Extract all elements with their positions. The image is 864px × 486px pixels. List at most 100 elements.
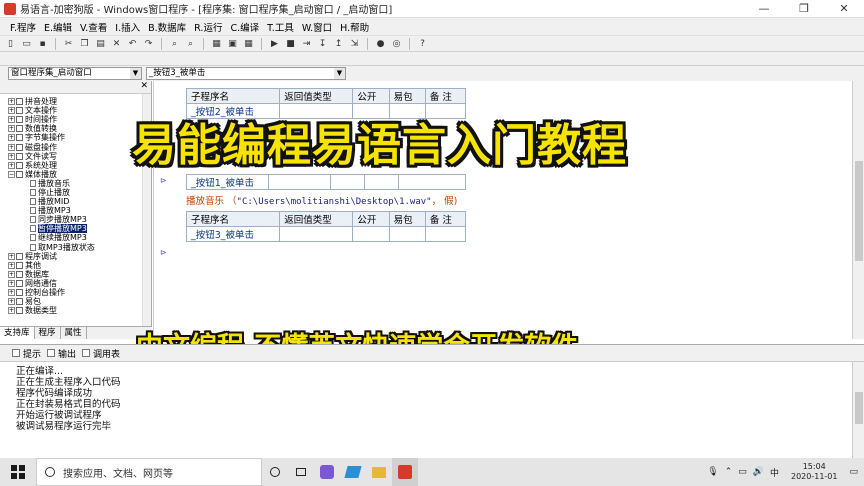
tab-properties[interactable]: 属性 — [61, 327, 87, 339]
tree-item[interactable]: + 文本操作 — [0, 106, 151, 115]
watch-icon[interactable]: ◎ — [390, 38, 403, 50]
assembly-select[interactable]: 窗口程序集_启动窗口 ▼ — [8, 67, 142, 80]
chevron-down-icon[interactable]: ▼ — [334, 68, 345, 79]
cut-icon[interactable]: ✂ — [62, 38, 75, 50]
chevron-up-icon[interactable]: ⌃ — [725, 467, 733, 477]
tree-item[interactable]: + 时间操作 — [0, 115, 151, 124]
expand-icon[interactable]: + — [8, 152, 15, 160]
step-over-icon[interactable]: ↧ — [316, 38, 329, 50]
save-icon[interactable]: ▪ — [36, 38, 49, 50]
cell[interactable] — [279, 226, 354, 242]
menu-help[interactable]: H.帮助 — [336, 20, 373, 34]
restore-button[interactable]: ❐ — [784, 0, 824, 18]
paste-icon[interactable]: ▤ — [94, 38, 107, 50]
tree-item[interactable]: 同步播放MP3 — [0, 215, 151, 224]
expand-icon[interactable]: + — [8, 161, 15, 169]
output-scrollbar[interactable] — [852, 362, 864, 458]
menu-window[interactable]: W.窗口 — [298, 20, 336, 34]
grid-icon[interactable]: ▦ — [242, 38, 255, 50]
tree-item[interactable]: 播放MP3 — [0, 206, 151, 215]
menu-program[interactable]: F.程序 — [6, 20, 40, 34]
network-icon[interactable]: ▭ — [738, 467, 747, 477]
collapse-icon[interactable]: − — [8, 170, 15, 178]
undo-icon[interactable]: ↶ — [126, 38, 139, 50]
expand-icon[interactable]: + — [8, 279, 15, 287]
step-into-icon[interactable]: ⇥ — [300, 38, 313, 50]
store-app-icon[interactable] — [340, 458, 366, 486]
close-icon[interactable]: ✕ — [140, 81, 148, 91]
tab-hints[interactable]: 提示 — [12, 347, 41, 360]
code-line[interactable]: 播放音乐 （"C:\Users\molitianshi\Desktop\1.wa… — [186, 193, 457, 207]
menu-run[interactable]: R.运行 — [190, 20, 226, 34]
expand-icon[interactable]: + — [8, 307, 15, 315]
minimize-button[interactable]: — — [744, 0, 784, 18]
step-out-icon[interactable]: ↥ — [332, 38, 345, 50]
tree-item[interactable]: + 系统处理 — [0, 161, 151, 170]
tree-item[interactable]: 播放MID — [0, 197, 151, 206]
file-explorer-icon[interactable] — [366, 458, 392, 486]
stop-icon[interactable]: ■ — [284, 38, 297, 50]
expand-icon[interactable]: + — [8, 134, 15, 142]
expand-icon[interactable]: + — [8, 252, 15, 260]
menu-compile[interactable]: C.编译 — [226, 20, 263, 34]
task-view-icon[interactable] — [288, 458, 314, 486]
replace-icon[interactable]: ⌕ — [184, 38, 197, 50]
taskbar-search[interactable]: 搜索应用、文档、网页等 — [36, 458, 262, 486]
tab-program[interactable]: 程序 — [35, 327, 61, 339]
clock[interactable]: 15:04 2020-11-01 — [791, 462, 838, 482]
expand-icon[interactable]: + — [8, 107, 15, 115]
tree-item[interactable]: + 拼音处理 — [0, 97, 151, 106]
expand-icon[interactable]: + — [8, 143, 15, 151]
run-icon[interactable]: ▶ — [268, 38, 281, 50]
tree-item[interactable]: 继续播放MP3 — [0, 233, 151, 242]
menu-database[interactable]: B.数据库 — [144, 20, 190, 34]
tree-item[interactable]: + 数据类型 — [0, 306, 151, 315]
tree-item[interactable]: + 字节集操作 — [0, 133, 151, 142]
expand-icon[interactable]: + — [8, 98, 15, 106]
tree-item[interactable]: + 文件读写 — [0, 152, 151, 161]
scrollbar-thumb[interactable] — [855, 161, 863, 261]
tree-item[interactable]: 播放音乐 — [0, 179, 151, 188]
chevron-down-icon[interactable]: ▼ — [130, 68, 141, 79]
scrollbar-thumb[interactable] — [855, 392, 863, 424]
run-to-cursor-icon[interactable]: ⇲ — [348, 38, 361, 50]
layout-icon[interactable]: ▦ — [210, 38, 223, 50]
tab-call-stack[interactable]: 调用表 — [82, 347, 120, 360]
redo-icon[interactable]: ↷ — [142, 38, 155, 50]
tab-support-library[interactable]: 支持库 — [0, 327, 35, 339]
subroutine-select[interactable]: _按钮3_被单击 ▼ — [146, 67, 346, 80]
notification-icon[interactable]: ▭ — [849, 467, 858, 477]
expand-icon[interactable]: + — [8, 289, 15, 297]
menu-tools[interactable]: T.工具 — [263, 20, 298, 34]
new-file-icon[interactable]: ▯ — [4, 38, 17, 50]
expand-icon[interactable]: + — [8, 116, 15, 124]
find-icon[interactable]: ⌕ — [168, 38, 181, 50]
cortana-icon[interactable] — [262, 458, 288, 486]
expand-icon[interactable]: + — [8, 270, 15, 278]
copy-icon[interactable]: ❐ — [78, 38, 91, 50]
ime-indicator[interactable]: 中 — [770, 466, 779, 479]
volume-icon[interactable]: 🔊 — [753, 467, 764, 477]
media-app-icon[interactable] — [314, 458, 340, 486]
tab-output[interactable]: 输出 — [47, 347, 76, 360]
delete-icon[interactable]: ✕ — [110, 38, 123, 50]
tree-item[interactable]: + 程序调试 — [0, 252, 151, 261]
tree-item[interactable]: + 网络通信 — [0, 279, 151, 288]
window-icon[interactable]: ▣ — [226, 38, 239, 50]
tree-item[interactable]: + 磁盘操作 — [0, 142, 151, 152]
tree-item[interactable]: 停止播放 — [0, 188, 151, 197]
menu-edit[interactable]: E.编辑 — [40, 20, 76, 34]
open-folder-icon[interactable]: ▭ — [20, 38, 33, 50]
editor-scrollbar[interactable] — [852, 81, 864, 339]
expand-icon[interactable]: + — [8, 261, 15, 269]
cell[interactable] — [388, 226, 426, 242]
microphone-icon[interactable]: 🎙 — [707, 467, 718, 477]
close-button[interactable]: ✕ — [824, 0, 864, 18]
tree-item[interactable]: + 控制台操作 — [0, 288, 151, 297]
expand-icon[interactable]: + — [8, 125, 15, 133]
windows-start-icon[interactable] — [11, 465, 25, 479]
tree-item[interactable]: + 易包 — [0, 297, 151, 306]
menu-view[interactable]: V.查看 — [76, 20, 111, 34]
tree-item[interactable]: + 数值转换 — [0, 124, 151, 133]
cell[interactable] — [352, 226, 390, 242]
